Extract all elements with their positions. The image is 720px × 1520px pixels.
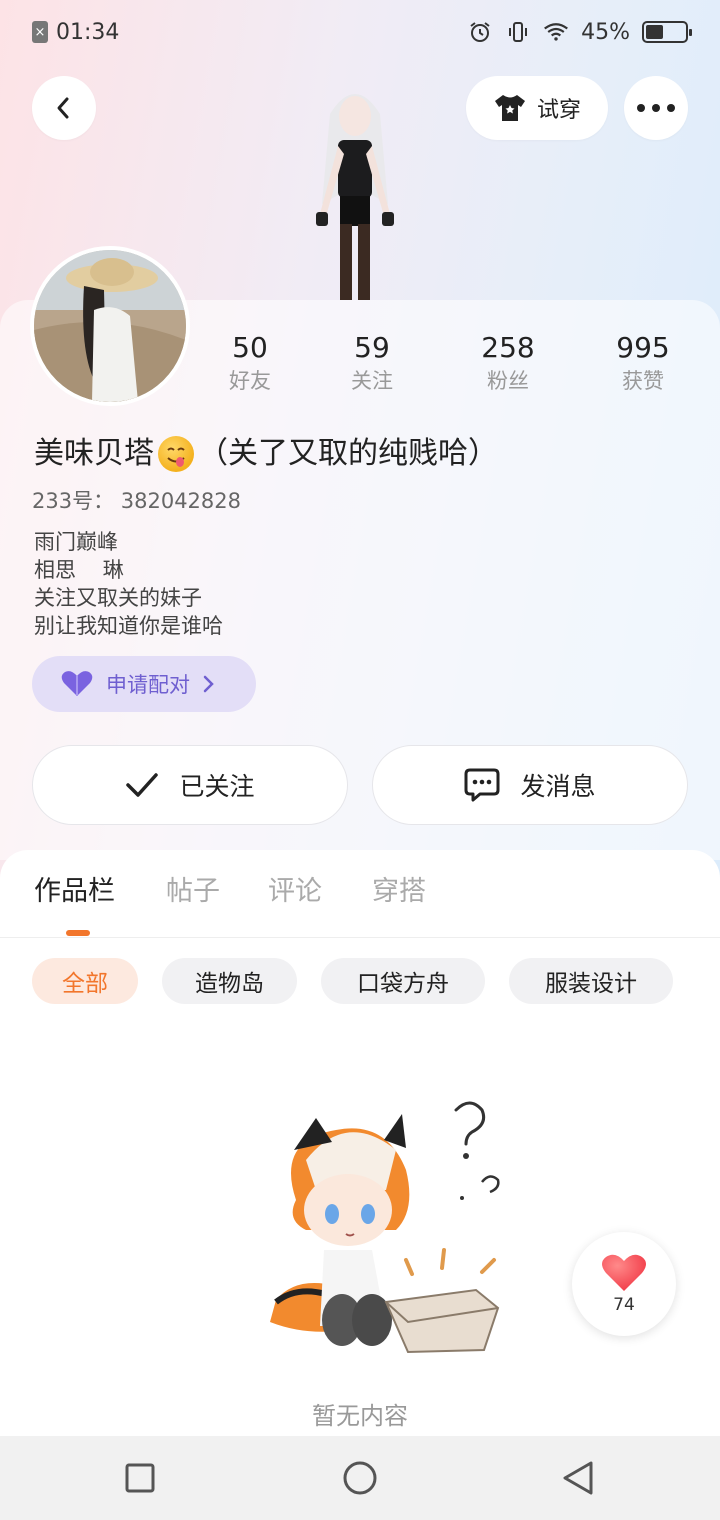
battery-percent: 45% <box>581 19 630 45</box>
circle-icon <box>343 1461 377 1495</box>
following-button[interactable]: 已关注 <box>32 745 348 825</box>
try-on-label: 试穿 <box>536 98 581 123</box>
request-pair-button[interactable]: 申请配对 <box>32 656 256 712</box>
check-icon <box>126 773 159 797</box>
battery-fill <box>646 25 664 39</box>
filter-pocket-ark[interactable]: 口袋方舟 <box>321 958 485 1004</box>
empty-state-illustration <box>236 1090 516 1370</box>
request-pair-label: 申请配对 <box>106 673 190 697</box>
stat-label: 粉丝 <box>487 369 529 393</box>
alarm-icon <box>467 19 493 45</box>
stat-label: 好友 <box>229 369 271 393</box>
like-button[interactable]: 74 <box>572 1232 676 1336</box>
wifi-icon <box>543 19 569 45</box>
chevron-left-icon <box>57 97 69 119</box>
yum-emoji-icon <box>158 436 194 472</box>
send-message-label: 发消息 <box>520 772 596 801</box>
tab-comments[interactable]: 评论 <box>268 872 322 912</box>
home-button[interactable] <box>338 1456 382 1500</box>
avatar-3d-figure[interactable] <box>300 84 410 300</box>
heart-icon <box>602 1254 646 1291</box>
chat-bubble-icon <box>464 768 500 802</box>
stat-label: 获赞 <box>622 369 664 393</box>
more-dots-icon <box>637 104 675 112</box>
content-section: 作品栏 帖子 评论 穿搭 全部 造物岛 口袋方舟 服装设计 暂无内容 <box>0 850 720 1436</box>
stat-following[interactable]: 59 关注 <box>312 330 432 396</box>
triangle-back-icon <box>563 1461 593 1495</box>
stat-value: 59 <box>354 331 390 364</box>
heart-icon <box>61 671 93 696</box>
username-main: 美味贝塔 <box>34 436 154 471</box>
like-count: 74 <box>613 1295 635 1315</box>
stat-value: 50 <box>232 331 268 364</box>
back-button[interactable] <box>32 76 96 140</box>
stat-value: 995 <box>616 331 670 364</box>
content-tabs: 作品栏 帖子 评论 穿搭 <box>0 850 720 938</box>
square-icon <box>125 1463 155 1493</box>
tab-active-indicator <box>66 930 90 936</box>
vibrate-icon <box>505 19 531 45</box>
following-label: 已关注 <box>179 772 255 801</box>
send-message-button[interactable]: 发消息 <box>372 745 688 825</box>
stat-likes[interactable]: 995 获赞 <box>583 330 703 396</box>
stat-fans[interactable]: 258 粉丝 <box>448 330 568 396</box>
recent-apps-button[interactable] <box>118 1456 162 1500</box>
stat-label: 关注 <box>351 369 393 393</box>
stat-value: 258 <box>481 331 535 364</box>
filter-creation-island[interactable]: 造物岛 <box>162 958 297 1004</box>
try-on-button[interactable]: 试穿 <box>466 76 608 140</box>
tab-posts[interactable]: 帖子 <box>166 872 220 912</box>
system-back-button[interactable] <box>556 1456 600 1500</box>
empty-state-text: 暂无内容 <box>312 1402 408 1430</box>
battery-icon <box>642 21 692 43</box>
tshirt-icon <box>494 95 525 121</box>
status-bar: × 01:34 45% <box>0 0 720 64</box>
chevron-right-icon <box>203 675 214 693</box>
no-sim-icon: × <box>32 21 48 43</box>
username-suffix: （关了又取的纯贱哈） <box>198 436 498 471</box>
tab-works[interactable]: 作品栏 <box>34 872 115 912</box>
status-time: 01:34 <box>56 19 120 45</box>
profile-stats: 50 好友 59 关注 258 粉丝 995 获赞 <box>190 330 720 400</box>
stat-friends[interactable]: 50 好友 <box>190 330 310 396</box>
user-bio: 雨门巅峰 相思 琳 关注又取关的妹子 别让我知道你是谁哈 <box>34 530 223 638</box>
system-nav-bar <box>0 1436 720 1520</box>
filter-fashion-design[interactable]: 服装设计 <box>509 958 673 1004</box>
filter-all[interactable]: 全部 <box>32 958 138 1004</box>
profile-avatar[interactable] <box>30 246 190 406</box>
tab-outfits[interactable]: 穿搭 <box>372 872 426 912</box>
user-id: 233号： 382042828 <box>32 489 242 513</box>
more-options-button[interactable] <box>624 76 688 140</box>
username: 美味贝塔 （关了又取的纯贱哈） <box>34 432 498 476</box>
